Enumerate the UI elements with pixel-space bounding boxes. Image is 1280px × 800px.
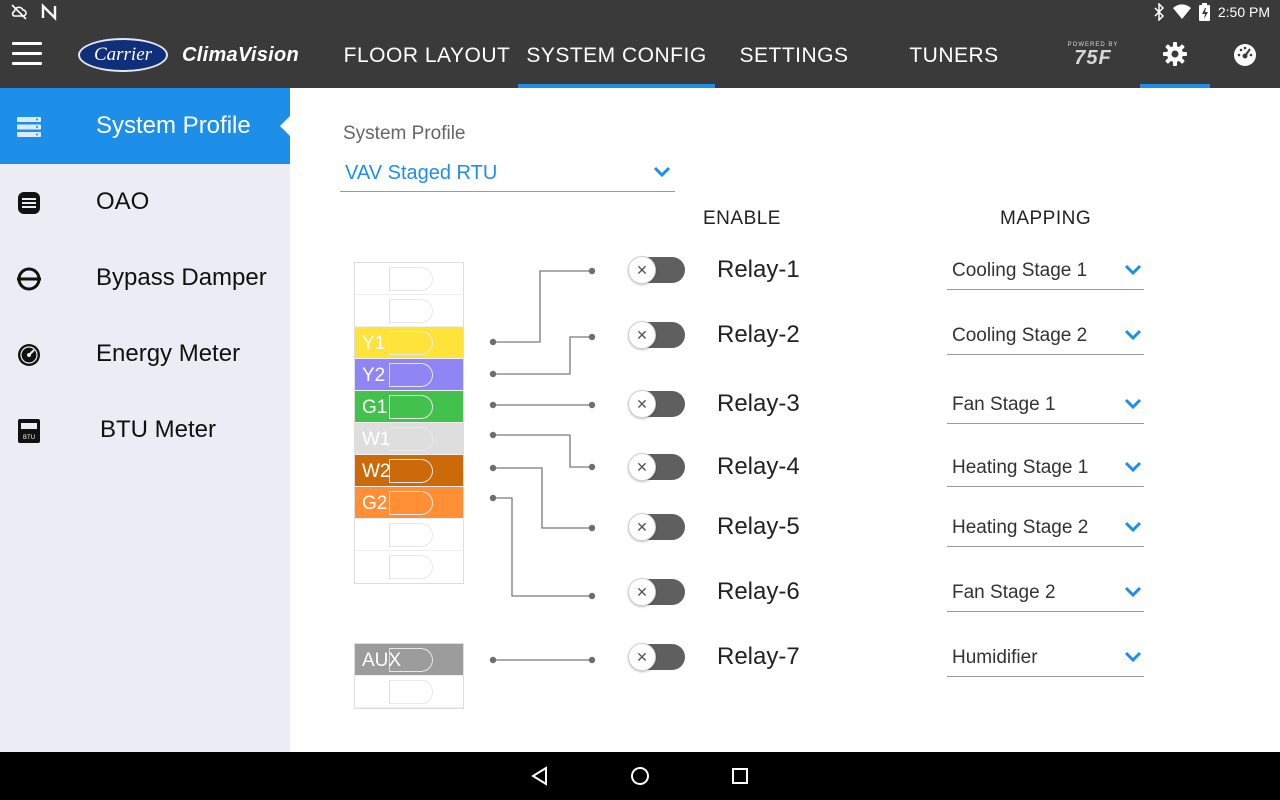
- relay-2-toggle[interactable]: ✕: [628, 321, 685, 349]
- gear-icon: [1162, 41, 1188, 72]
- close-icon: ✕: [628, 390, 656, 418]
- relay-2-mapping-dropdown[interactable]: Cooling Stage 2: [947, 317, 1144, 355]
- oao-icon: [16, 190, 42, 216]
- brand-name: ClimaVision: [182, 44, 300, 66]
- close-icon: ✕: [628, 256, 656, 284]
- system-config-panel: System Profile VAV Staged RTU ENABLE MAP…: [290, 88, 1280, 752]
- relay-7-toggle[interactable]: ✕: [628, 643, 685, 671]
- close-icon: ✕: [628, 321, 656, 349]
- sidebar-item-label: System Profile: [96, 112, 251, 139]
- n-icon: [40, 3, 58, 21]
- relay-3-label: Relay-3: [717, 390, 800, 417]
- dashboard-gauge-icon: [1232, 41, 1258, 72]
- relay-7-mapping-dropdown[interactable]: Humidifier: [947, 639, 1144, 677]
- bluetooth-icon: [1153, 3, 1165, 21]
- tab-settings[interactable]: SETTINGS: [728, 24, 860, 88]
- btu-meter-icon: BTU: [16, 418, 42, 444]
- relay-4-label: Relay-4: [717, 453, 800, 480]
- relay-3-mapping-value: Fan Stage 1: [952, 394, 1056, 415]
- server-icon: [16, 114, 42, 140]
- relay-5-mapping-dropdown[interactable]: Heating Stage 2: [947, 509, 1144, 547]
- sidebar-item-label: Bypass Damper: [96, 264, 267, 291]
- relay-1-mapping-dropdown[interactable]: Cooling Stage 1: [947, 252, 1144, 290]
- clock-time: 2:50 PM: [1217, 4, 1270, 20]
- sidebar-item-oao[interactable]: OAO: [0, 164, 290, 240]
- sidebar-item-energy-meter[interactable]: Energy Meter: [0, 316, 290, 392]
- 75f-logo-text: 75F: [1074, 47, 1112, 69]
- cloud-off-icon: [10, 3, 28, 21]
- relay-7-mapping-value: Humidifier: [952, 647, 1038, 668]
- sidebar-item-label: Energy Meter: [96, 340, 241, 367]
- tab-system-config[interactable]: SYSTEM CONFIG: [518, 24, 715, 88]
- close-icon: ✕: [628, 513, 656, 541]
- settings-button[interactable]: [1140, 24, 1210, 88]
- relay-2-label: Relay-2: [717, 321, 800, 348]
- relay-1-label: Relay-1: [717, 256, 800, 283]
- relay-5-toggle[interactable]: ✕: [628, 513, 685, 541]
- wifi-icon: [1172, 4, 1191, 20]
- tab-tuners[interactable]: TUNERS: [898, 24, 1010, 88]
- dashboard-button[interactable]: [1210, 24, 1280, 88]
- relay-4-mapping-dropdown[interactable]: Heating Stage 1: [947, 449, 1144, 487]
- close-icon: ✕: [628, 578, 656, 606]
- sidebar-item-label: OAO: [96, 188, 150, 215]
- damper-icon: [16, 266, 42, 292]
- carrier-logo: Carrier: [78, 38, 168, 72]
- sidebar: System Profile OAO Bypass Damper Energy …: [0, 88, 290, 752]
- sidebar-item-label: BTU Meter: [100, 416, 217, 443]
- menu-icon[interactable]: [12, 42, 42, 68]
- relay-2-mapping-value: Cooling Stage 2: [952, 325, 1088, 346]
- meter-icon: [16, 342, 42, 368]
- close-icon: ✕: [628, 643, 656, 671]
- recents-icon[interactable]: [728, 764, 752, 788]
- relay-4-toggle[interactable]: ✕: [628, 453, 685, 481]
- home-icon[interactable]: [628, 764, 652, 788]
- relay-6-mapping-value: Fan Stage 2: [952, 582, 1056, 603]
- relay-6-mapping-dropdown[interactable]: Fan Stage 2: [947, 574, 1144, 612]
- carrier-logo-text: Carrier: [93, 44, 153, 65]
- relay-1-toggle[interactable]: ✕: [628, 256, 685, 284]
- relay-3-mapping-dropdown[interactable]: Fan Stage 1: [947, 386, 1144, 424]
- sidebar-item-system-profile[interactable]: System Profile: [0, 88, 290, 164]
- relay-7-label: Relay-7: [717, 643, 800, 670]
- relay-4-mapping-value: Heating Stage 1: [952, 457, 1089, 478]
- back-icon[interactable]: [528, 764, 552, 788]
- relay-6-toggle[interactable]: ✕: [628, 578, 685, 606]
- relay-3-toggle[interactable]: ✕: [628, 390, 685, 418]
- powered-by-75f-logo: POWERED BY 75F: [1066, 42, 1120, 72]
- system-nav-bar: [0, 752, 1280, 800]
- sidebar-item-bypass-damper[interactable]: Bypass Damper: [0, 240, 290, 316]
- relay-5-label: Relay-5: [717, 513, 800, 540]
- svg-text:BTU: BTU: [23, 434, 35, 441]
- status-bar: 2:50 PM: [0, 0, 1280, 24]
- relay-6-label: Relay-6: [717, 578, 800, 605]
- app-bar: Carrier ClimaVision FLOOR LAYOUT SYSTEM …: [0, 24, 1280, 88]
- tab-floor-layout[interactable]: FLOOR LAYOUT: [338, 24, 516, 88]
- relay-1-mapping-value: Cooling Stage 1: [952, 260, 1088, 281]
- relay-5-mapping-value: Heating Stage 2: [952, 517, 1089, 538]
- sidebar-item-btu-meter[interactable]: BTU BTU Meter: [0, 392, 290, 468]
- battery-charging-icon: [1198, 3, 1210, 21]
- close-icon: ✕: [628, 453, 656, 481]
